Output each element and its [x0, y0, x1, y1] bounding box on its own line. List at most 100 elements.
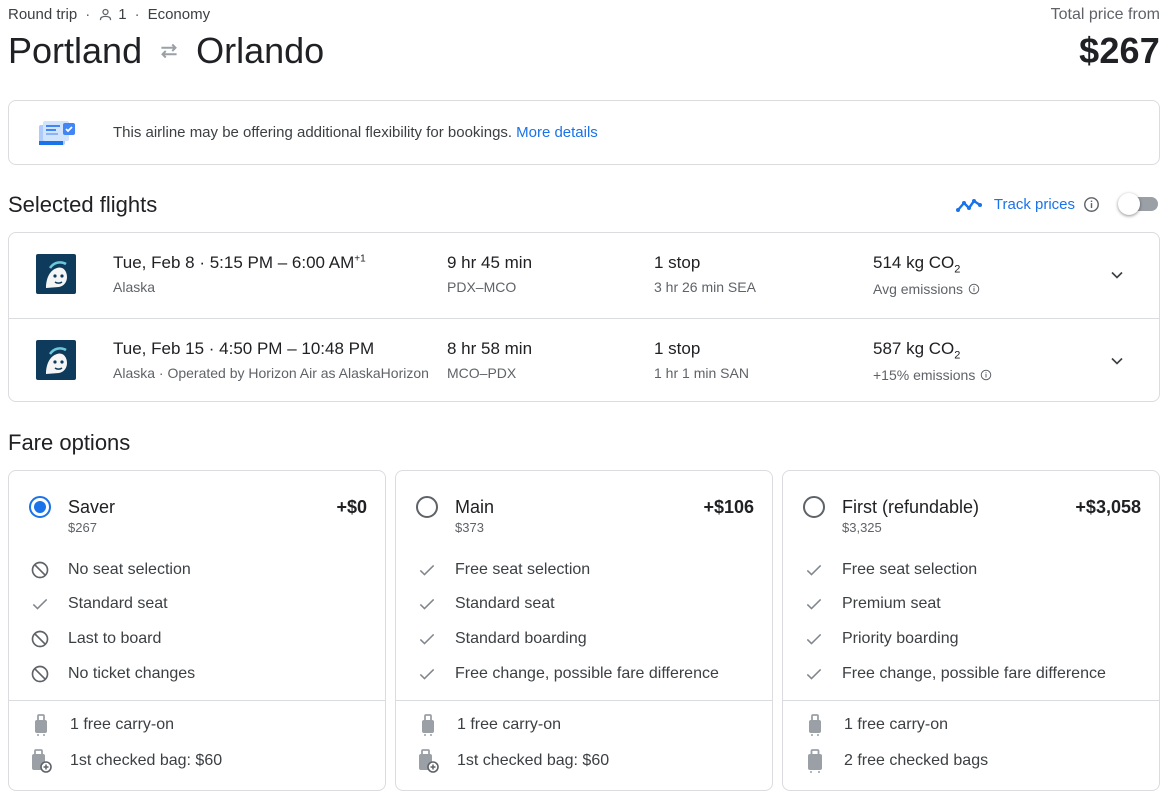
fare-price-difference: +$3,058: [1075, 497, 1141, 517]
ticket-illustration-icon: [39, 120, 75, 145]
co2-value: 587 kg CO: [873, 339, 955, 358]
fare-price-difference: +$106: [703, 497, 754, 517]
selected-flights-title: Selected flights: [8, 192, 158, 217]
baggage-item: 1 free carry-on: [803, 713, 948, 737]
fare-feature: Free seat selection: [803, 558, 977, 582]
checked-bag-fee-icon: [29, 749, 53, 773]
flight-route: MCO–PDX: [447, 365, 517, 381]
emissions-note: +15% emissions: [873, 367, 992, 383]
check-icon: [29, 593, 51, 615]
track-prices-label[interactable]: Track prices: [994, 196, 1075, 213]
check-icon: [803, 663, 825, 685]
fare-options-grid: Saver $267 +$0 No seat selection Standar…: [8, 470, 1160, 791]
fare-feature: Standard seat: [416, 592, 555, 616]
feature-text: Last to board: [68, 630, 162, 647]
flight-co2: 514 kg CO2: [873, 253, 980, 275]
divider: [9, 700, 385, 701]
emissions-label: Avg emissions: [873, 281, 964, 298]
destination-city: Orlando: [196, 30, 325, 71]
flight-date: Tue, Feb 15: [113, 339, 205, 358]
checked-bag-icon: [803, 749, 827, 773]
chevron-down-icon[interactable]: [1107, 265, 1127, 285]
carry-on-icon: [803, 713, 827, 737]
separator-dot: ·: [194, 253, 210, 272]
feature-text: Standard boarding: [455, 630, 587, 647]
check-icon: [803, 628, 825, 650]
fare-feature: Standard seat: [29, 592, 168, 616]
flight-time-col: Tue, Feb 15 · 4:50 PM – 10:48 PM Alaska …: [113, 339, 429, 381]
fare-feature: Last to board: [29, 627, 161, 651]
fare-radio[interactable]: [416, 496, 438, 518]
check-icon: [416, 663, 438, 685]
fare-feature: Free change, possible fare difference: [803, 662, 1106, 686]
fare-feature: Free seat selection: [416, 558, 590, 582]
total-price-label: Total price from: [1050, 6, 1160, 23]
carry-on-icon: [29, 713, 53, 737]
flight-layover: 3 hr 26 min SEA: [654, 279, 756, 295]
separator-dot: ·: [204, 339, 220, 358]
trip-type[interactable]: Round trip: [8, 6, 77, 23]
flight-row-return[interactable]: Tue, Feb 15 · 4:50 PM – 10:48 PM Alaska …: [9, 318, 1159, 402]
total-price: $267: [1079, 30, 1160, 71]
flight-stops-col: 1 stop 1 hr 1 min SAN: [654, 339, 749, 381]
origin-city: Portland: [8, 30, 143, 71]
info-icon[interactable]: [980, 369, 992, 381]
flight-stops: 1 stop: [654, 253, 701, 272]
baggage-text: 1 free carry-on: [457, 716, 562, 733]
baggage-text: 2 free checked bags: [844, 752, 989, 769]
baggage-text: 1 free carry-on: [844, 716, 949, 733]
info-icon[interactable]: [1083, 196, 1100, 213]
flight-time-col: Tue, Feb 8 · 5:15 PM – 6:00 AM+1 Alaska: [113, 253, 366, 295]
fare-name: First (refundable): [842, 497, 980, 517]
flight-emissions-col: 587 kg CO2 +15% emissions: [873, 339, 992, 383]
divider: [783, 700, 1159, 701]
chevron-down-icon[interactable]: [1107, 351, 1127, 371]
baggage-item: 1 free carry-on: [29, 713, 174, 737]
fare-radio[interactable]: [29, 496, 51, 518]
fare-price: $3,325: [842, 520, 882, 535]
feature-text: Standard seat: [455, 595, 555, 612]
track-prices-control[interactable]: Track prices: [955, 192, 1160, 216]
fare-feature: Standard boarding: [416, 627, 587, 651]
flight-stops: 1 stop: [654, 339, 701, 358]
fare-feature: Free change, possible fare difference: [416, 662, 719, 686]
toggle-knob: [1118, 193, 1140, 215]
check-icon: [803, 559, 825, 581]
separator-dot: ·: [85, 6, 91, 23]
trend-line-icon: [955, 199, 982, 212]
person-icon: [100, 8, 112, 21]
more-details-link[interactable]: More details: [516, 124, 598, 141]
flight-date: Tue, Feb 8: [113, 253, 195, 272]
flight-time-range: 5:15 PM – 6:00 AM: [209, 253, 355, 272]
flight-duration-col: 8 hr 58 min MCO–PDX: [447, 339, 532, 381]
trip-summary: Round trip · 1 · Economy: [8, 6, 210, 23]
passenger-count[interactable]: 1: [98, 6, 127, 23]
day-offset: +1: [354, 253, 366, 265]
cabin-class[interactable]: Economy: [148, 6, 211, 23]
alaska-airlines-logo-icon: [36, 254, 76, 294]
no-icon: [29, 559, 51, 581]
flight-time-range: 4:50 PM – 10:48 PM: [219, 339, 375, 358]
feature-text: Priority boarding: [842, 630, 959, 647]
swap-arrows-icon: [156, 38, 182, 64]
check-icon: [416, 593, 438, 615]
baggage-item: 1st checked bag: $60: [29, 749, 222, 773]
passenger-number: 1: [118, 6, 127, 23]
info-icon[interactable]: [968, 283, 980, 295]
fare-radio[interactable]: [803, 496, 825, 518]
flight-datetime: Tue, Feb 8 · 5:15 PM – 6:00 AM+1: [113, 253, 366, 273]
co2-subscript: 2: [954, 263, 961, 276]
fare-card-main[interactable]: Main $373 +$106 Free seat selection Stan…: [395, 470, 773, 791]
fare-price-difference: +$0: [336, 497, 367, 517]
co2-value: 514 kg CO: [873, 253, 955, 272]
track-prices-toggle[interactable]: [1118, 192, 1160, 216]
fare-card-first[interactable]: First (refundable) $3,325 +$3,058 Free s…: [782, 470, 1160, 791]
feature-text: Premium seat: [842, 595, 941, 612]
fare-card-saver[interactable]: Saver $267 +$0 No seat selection Standar…: [8, 470, 386, 791]
flight-row-outbound[interactable]: Tue, Feb 8 · 5:15 PM – 6:00 AM+1 Alaska …: [9, 233, 1159, 317]
flight-layover: 1 hr 1 min SAN: [654, 365, 749, 381]
baggage-text: 1st checked bag: $60: [70, 752, 223, 769]
check-icon: [803, 593, 825, 615]
banner-message: This airline may be offering additional …: [113, 124, 513, 141]
feature-text: No ticket changes: [68, 665, 196, 682]
